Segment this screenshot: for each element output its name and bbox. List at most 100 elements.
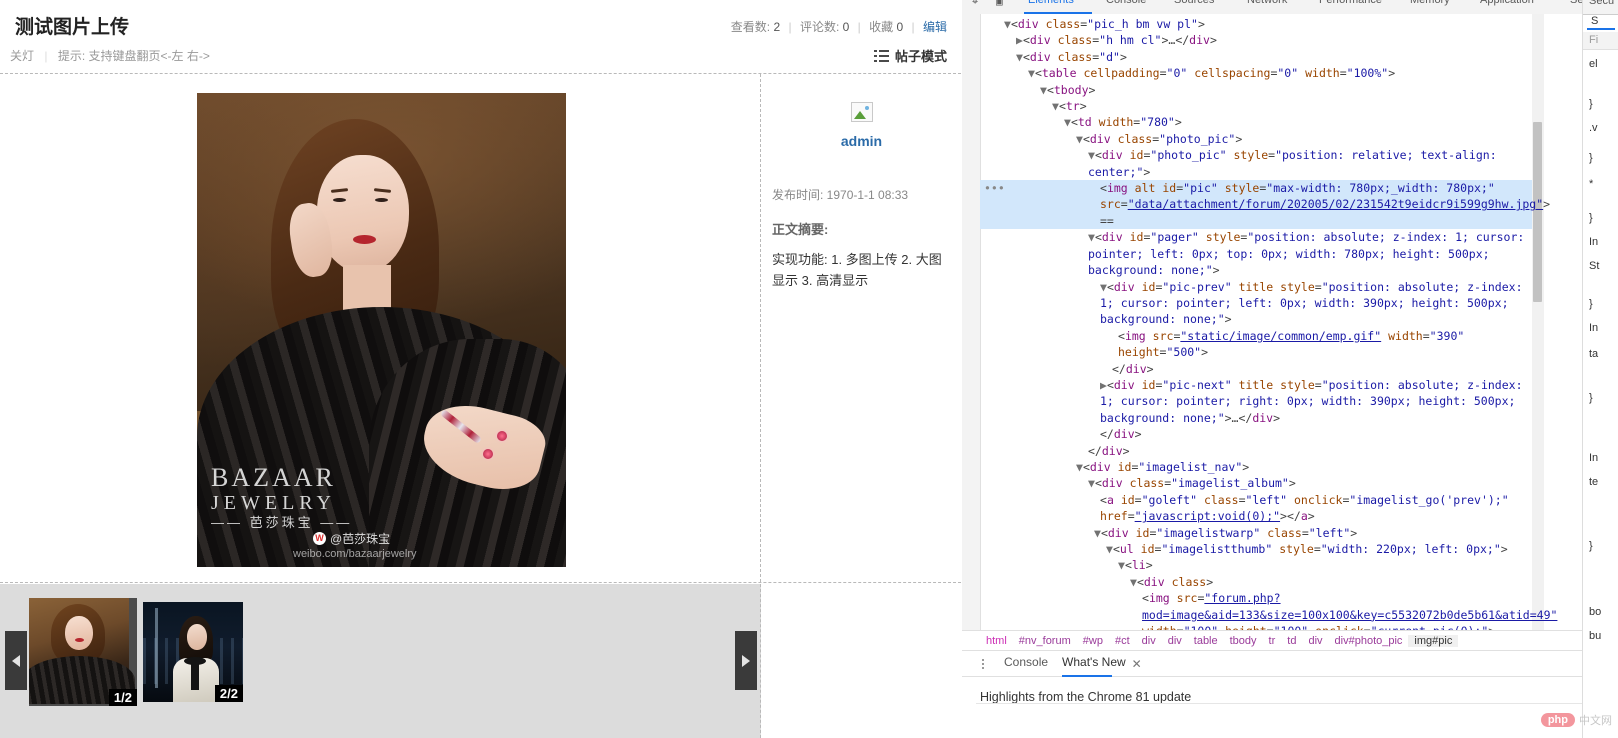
tree-node-imagelistthumb[interactable]: ▼<ul id="imagelistthumb" style="width: 2… bbox=[980, 541, 1532, 557]
tree-node-h-hm-cl[interactable]: ▶<div class="h hm cl">…</div> bbox=[980, 32, 1532, 48]
breadcrumb-item-div-2[interactable]: div bbox=[1162, 635, 1188, 647]
breadcrumb-item-div-3[interactable]: div bbox=[1302, 635, 1328, 647]
stats-divider-3: | bbox=[911, 20, 915, 34]
styles-line-14: } bbox=[1589, 540, 1593, 552]
breadcrumb-item-html[interactable]: html bbox=[980, 635, 1013, 647]
breadcrumb: html #nv_forum #wp #ct div div table tbo… bbox=[962, 630, 1618, 651]
drawer-tab-console[interactable]: Console bbox=[1004, 655, 1048, 673]
thumbnail-list: 1/2 2/2 bbox=[29, 598, 729, 707]
tab-memory[interactable]: Memory bbox=[1410, 0, 1450, 6]
tab-application[interactable]: Application bbox=[1480, 0, 1534, 6]
close-icon[interactable]: ✕ bbox=[1132, 657, 1142, 671]
tree-node-td[interactable]: ▼<td width="780"> bbox=[980, 114, 1532, 130]
edit-link[interactable]: 编辑 bbox=[923, 20, 947, 34]
list-icon bbox=[873, 49, 889, 62]
post-mode-label: 帖子模式 bbox=[894, 49, 947, 64]
tree-node-pager[interactable]: ▼<div id="pager" style="position: absolu… bbox=[980, 229, 1532, 278]
tree-node-img-thumb[interactable]: <img src="forum.php?mod=image&aid=133&si… bbox=[980, 590, 1557, 630]
watermark-line-2: JEWELRY bbox=[211, 492, 336, 514]
styles-tab[interactable]: S bbox=[1583, 15, 1618, 30]
tree-node-div-class[interactable]: ▼<div class> bbox=[980, 574, 1532, 590]
devtools-panel: ⌖ ▣ Elements Console Sources Network Per… bbox=[962, 0, 1618, 738]
tree-node-d[interactable]: ▼<div class="d"> bbox=[980, 49, 1532, 65]
tree-node-imagelistwarp[interactable]: ▼<div id="imagelistwarp" class="left"> bbox=[980, 525, 1532, 541]
tab-elements[interactable]: Elements bbox=[1028, 0, 1074, 6]
styles-filter-input[interactable]: Fi bbox=[1583, 32, 1618, 50]
tree-node-tbody[interactable]: ▼<tbody> bbox=[980, 82, 1532, 98]
prev-arrow-button[interactable] bbox=[5, 631, 27, 690]
breadcrumb-item-div-1[interactable]: div bbox=[1136, 635, 1162, 647]
tree-node-img-emp[interactable]: <img src="static/image/common/emp.gif" w… bbox=[980, 328, 1532, 361]
tree-node-close-pic-prev[interactable]: </div> bbox=[980, 361, 1532, 377]
devtools-tabbar: ⌖ ▣ Elements Console Sources Network Per… bbox=[962, 0, 1618, 15]
tab-console[interactable]: Console bbox=[1106, 0, 1146, 6]
tree-node-photo-pic-class[interactable]: ▼<div class="photo_pic"> bbox=[980, 131, 1532, 147]
comments-value: 0 bbox=[842, 20, 850, 34]
tree-node-img-pic-selected[interactable]: ••• <img alt id="pic" style="max-width: 7… bbox=[980, 180, 1550, 230]
tree-node-tr[interactable]: ▼<tr> bbox=[980, 98, 1532, 114]
lights-off-link[interactable]: 关灯 bbox=[10, 49, 34, 63]
next-arrow-button[interactable] bbox=[735, 631, 757, 690]
tree-node-goleft[interactable]: <a id="goleft" class="left" onclick="ima… bbox=[980, 492, 1532, 525]
styles-line-3: } bbox=[1589, 152, 1593, 164]
photo-viewer: BAZAAR JEWELRY —— 芭莎珠宝 —— W @芭莎珠宝 weibo.… bbox=[0, 73, 961, 583]
sub-toolbar: 关灯 | 提示: 支持键盘翻页<-左 右-> bbox=[10, 47, 210, 64]
author-name[interactable]: admin bbox=[762, 133, 961, 149]
breadcrumb-item-nv-forum[interactable]: #nv_forum bbox=[1013, 635, 1077, 647]
styles-line-15: bo bbox=[1589, 606, 1602, 618]
thumbnail-item-2[interactable]: 2/2 bbox=[143, 602, 243, 702]
breadcrumb-item-table[interactable]: table bbox=[1188, 635, 1224, 647]
summary-heading: 正文摘要: bbox=[772, 222, 829, 237]
tab-sources[interactable]: Sources bbox=[1174, 0, 1214, 6]
tree-node-photo-pic-id[interactable]: ▼<div id="photo_pic" style="position: re… bbox=[980, 147, 1532, 180]
styles-line-8: } bbox=[1589, 298, 1593, 310]
tree-node-close-photo-pic[interactable]: </div> bbox=[980, 443, 1532, 459]
breadcrumb-item-div-photo-pic[interactable]: div#photo_pic bbox=[1329, 635, 1409, 647]
tree-node-pic-h[interactable]: ▼<div class="pic_h bm vw pl"> bbox=[980, 16, 1532, 32]
main-photo[interactable]: BAZAAR JEWELRY —— 芭莎珠宝 —— W @芭莎珠宝 weibo.… bbox=[197, 93, 566, 567]
breadcrumb-item-img-pic[interactable]: img#pic bbox=[1408, 634, 1459, 647]
inspect-element-icon[interactable]: ⌖ bbox=[972, 0, 978, 9]
weibo-handle: @芭莎珠宝 bbox=[330, 532, 391, 546]
thumbnail-counter-1: 1/2 bbox=[108, 689, 137, 706]
styles-tab-security-cut[interactable]: Secu bbox=[1589, 0, 1614, 7]
thumbnail-item-1[interactable]: 1/2 bbox=[29, 598, 137, 706]
views-value: 2 bbox=[773, 20, 781, 34]
breadcrumb-item-wp[interactable]: #wp bbox=[1077, 635, 1109, 647]
keyboard-tip: 提示: 支持键盘翻页<-左 右-> bbox=[57, 49, 210, 63]
styles-line-2: .v bbox=[1589, 122, 1598, 134]
tree-node-pic-prev[interactable]: ▼<div id="pic-prev" title style="positio… bbox=[980, 279, 1532, 328]
php-watermark-text: 中文网 bbox=[1579, 715, 1612, 727]
more-options-icon[interactable] bbox=[976, 658, 990, 669]
tree-node-close-pager[interactable]: </div> bbox=[980, 426, 1532, 442]
tree-scrollbar-track[interactable] bbox=[1532, 14, 1544, 630]
tree-node-pic-next[interactable]: ▶<div id="pic-next" title style="positio… bbox=[980, 377, 1532, 426]
drawer-tab-whats-new[interactable]: What's New bbox=[1062, 655, 1126, 677]
breadcrumb-item-td[interactable]: td bbox=[1281, 635, 1302, 647]
page-header: 测试图片上传 查看数: 2 | 评论数: 0 | 收藏 0 | 编辑 关灯 | … bbox=[0, 0, 961, 73]
styles-line-12: In bbox=[1589, 452, 1599, 464]
breadcrumb-item-tr[interactable]: tr bbox=[1263, 635, 1282, 647]
tab-performance[interactable]: Performance bbox=[1319, 0, 1382, 6]
stats-divider-1: | bbox=[788, 20, 792, 34]
tab-network[interactable]: Network bbox=[1247, 0, 1287, 6]
styles-line-5: } bbox=[1589, 212, 1593, 224]
tree-node-imagelist-album[interactable]: ▼<div class="imagelist_album"> bbox=[980, 475, 1532, 491]
elements-tree[interactable]: ▼<div class="pic_h bm vw pl"> ▶<div clas… bbox=[962, 14, 1618, 630]
weibo-url: weibo.com/bazaarjewelry bbox=[293, 548, 417, 560]
drawer-tabbar: Console What's New ✕ bbox=[962, 651, 1618, 677]
tree-gutter bbox=[962, 14, 981, 630]
styles-line-13: te bbox=[1589, 476, 1599, 488]
comments-label: 评论数: bbox=[799, 20, 840, 34]
tree-node-imagelist-nav[interactable]: ▼<div id="imagelist_nav"> bbox=[980, 459, 1532, 475]
page-title: 测试图片上传 bbox=[8, 12, 129, 39]
breadcrumb-item-tbody[interactable]: tbody bbox=[1224, 635, 1263, 647]
post-mode-button[interactable]: 帖子模式 bbox=[873, 46, 947, 65]
tree-node-table[interactable]: ▼<table cellpadding="0" cellspacing="0" … bbox=[980, 65, 1532, 81]
thumbnail-counter-2: 2/2 bbox=[214, 685, 243, 702]
device-toolbar-icon[interactable]: ▣ bbox=[996, 0, 1003, 8]
thumbnail-image-1 bbox=[29, 598, 135, 704]
line-ellipsis[interactable]: ••• bbox=[984, 180, 1005, 196]
breadcrumb-item-ct[interactable]: #ct bbox=[1109, 635, 1136, 647]
tree-node-li[interactable]: ▼<li> bbox=[980, 557, 1532, 573]
